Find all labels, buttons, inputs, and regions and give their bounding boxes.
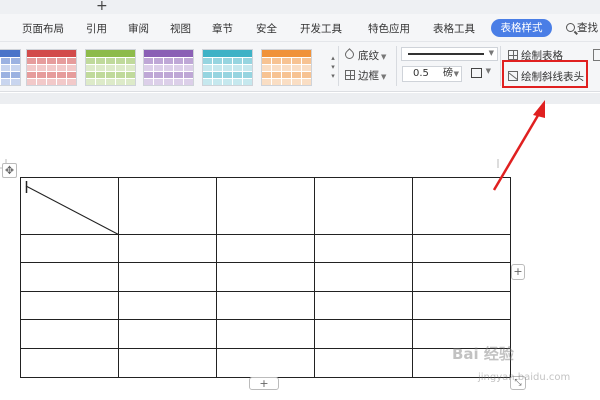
- line-style-select[interactable]: ▼: [401, 47, 498, 61]
- menu-page-layout[interactable]: 页面布局: [22, 21, 64, 36]
- border-grid-icon: [345, 70, 355, 80]
- line-color-icon: [471, 68, 482, 78]
- chevron-down-icon: ▼: [381, 53, 387, 61]
- border-button[interactable]: 边框 ▼: [345, 68, 386, 83]
- paint-bucket-icon: [343, 48, 356, 61]
- menu-view[interactable]: 视图: [170, 21, 191, 36]
- line-color-button[interactable]: ▼: [469, 67, 491, 81]
- ribbon-menu-bar: 页面布局 引用 审阅 视图 章节 安全 开发工具 特色应用 表格工具 表格样式 …: [0, 14, 600, 42]
- table-style-swatch-blue[interactable]: [0, 49, 21, 86]
- line-width-unit: 磅: [443, 68, 453, 79]
- search-icon: [566, 23, 575, 32]
- line-style-preview: [408, 53, 484, 55]
- table-move-handle[interactable]: ✥: [2, 163, 17, 178]
- line-width-select[interactable]: 0.5 磅 ▼: [402, 66, 462, 82]
- toolbar-divider: [338, 46, 339, 86]
- menu-table-style-active[interactable]: 表格样式: [491, 19, 552, 37]
- table-style-swatch-purple[interactable]: [143, 49, 194, 86]
- shading-button[interactable]: 底纹 ▼: [343, 48, 387, 63]
- watermark-logo: Bai 经验: [452, 345, 514, 363]
- menu-table-tools[interactable]: 表格工具: [433, 21, 475, 36]
- menu-chapter[interactable]: 章节: [212, 21, 233, 36]
- table-style-swatch-green[interactable]: [85, 49, 136, 86]
- add-row-button[interactable]: +: [249, 377, 279, 390]
- border-label: 边框: [358, 70, 379, 82]
- toolbar-divider: [500, 46, 501, 86]
- overflow-icon: [593, 49, 600, 61]
- menu-special-apps[interactable]: 特色应用: [368, 21, 410, 36]
- tab-strip: +: [0, 0, 600, 14]
- chevron-down-icon: ▼: [381, 73, 387, 81]
- menu-review[interactable]: 审阅: [128, 21, 149, 36]
- search-label: 查找: [577, 22, 598, 34]
- draw-table-icon: [508, 50, 518, 60]
- shading-label: 底纹: [358, 50, 379, 62]
- toolbar-divider: [396, 46, 397, 86]
- add-column-button[interactable]: +: [511, 264, 525, 280]
- search-button[interactable]: 查找: [566, 20, 598, 35]
- menu-developer-tools[interactable]: 开发工具: [300, 21, 342, 36]
- chevron-down-icon: ▼: [488, 49, 494, 57]
- ruler-band: [0, 93, 600, 104]
- table-style-swatch-red[interactable]: [26, 49, 77, 86]
- table-style-swatch-cyan[interactable]: [202, 49, 253, 86]
- style-gallery-more-button[interactable]: ▴ ▾ ▾: [329, 54, 337, 81]
- new-tab-button[interactable]: +: [96, 0, 108, 14]
- table-style-swatch-orange[interactable]: [261, 49, 312, 86]
- chevron-down-icon: ▼: [453, 70, 459, 78]
- menu-security[interactable]: 安全: [256, 21, 277, 36]
- callout-highlight-box: [502, 60, 588, 88]
- menu-references[interactable]: 引用: [86, 21, 107, 36]
- chevron-down-icon: ▼: [485, 67, 491, 75]
- line-width-value: 0.5: [413, 68, 429, 79]
- watermark-url: jingyan.baidu.com: [478, 372, 571, 383]
